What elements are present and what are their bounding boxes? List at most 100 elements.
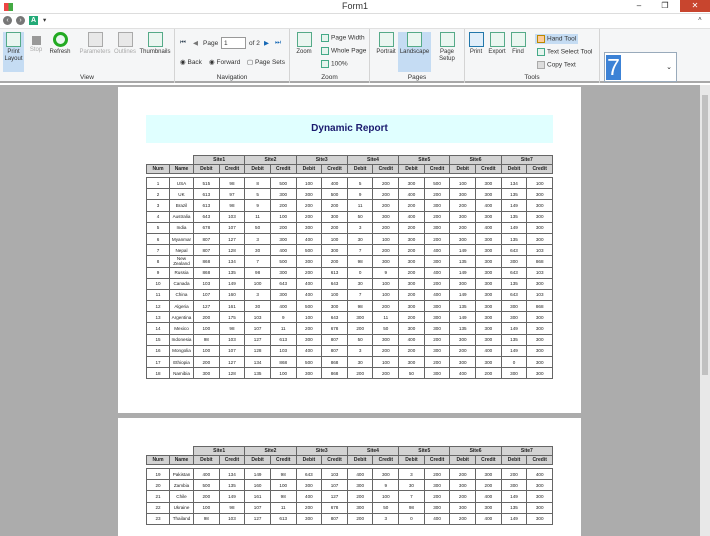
scrollbar-thumb[interactable] xyxy=(702,95,708,375)
table-cell: 19 xyxy=(146,467,170,481)
table-cell: 2 xyxy=(146,188,170,201)
table-cell: 98 xyxy=(218,322,246,335)
table-cell: 500 xyxy=(295,355,323,369)
header-spacer xyxy=(146,155,194,165)
site-header: Site2 xyxy=(244,446,297,456)
text-select-tool-button[interactable]: Text Select Tool xyxy=(537,48,592,56)
table-cell: 30 xyxy=(346,277,374,290)
debit-header: Debit xyxy=(500,164,528,174)
table-cell: 300 xyxy=(372,255,400,268)
zoom-button[interactable]: Zoom xyxy=(292,32,316,56)
table-cell: 200 xyxy=(372,221,400,234)
page-sets-button[interactable]: ▢ Page Sets xyxy=(247,58,285,66)
table-cell: 135 xyxy=(218,479,246,492)
table-cell: 98 xyxy=(346,255,374,268)
table-cell: 400 xyxy=(346,467,374,481)
table-cell: 300 xyxy=(398,232,425,246)
page-width-button[interactable]: Page Width xyxy=(321,34,365,42)
table-cell: 100 xyxy=(295,176,323,190)
view-group-label: View xyxy=(80,74,94,81)
back-icon[interactable]: ‹ xyxy=(3,16,12,25)
table-row: 14 Mexico 100 98 107 11 200 678 200 50 300 300 135 30… xyxy=(146,322,553,335)
forward-button[interactable]: ◉ Forward xyxy=(209,58,240,66)
table-cell: 4 xyxy=(146,210,170,223)
table-cell: 30 xyxy=(244,244,271,257)
thumbnails-button[interactable]: Thumbnails xyxy=(138,32,172,56)
table-cell: 149 xyxy=(500,199,528,212)
print-button[interactable]: Print xyxy=(467,32,485,56)
debit-header: Debit xyxy=(193,455,220,465)
vertical-scrollbar[interactable] xyxy=(700,85,710,536)
export-button[interactable]: Export xyxy=(487,32,507,56)
restore-button[interactable]: ❐ xyxy=(654,0,676,12)
page-number-input[interactable]: 1 xyxy=(221,37,246,49)
header-spacer xyxy=(146,446,194,456)
table-cell: 500 xyxy=(193,479,220,492)
table-cell: 515 xyxy=(193,176,220,190)
back-button[interactable]: ◉ Back xyxy=(180,58,202,66)
table-cell: Algeria xyxy=(169,300,194,313)
next-page-icon[interactable]: ▶ xyxy=(264,39,269,47)
table-cell: 300 xyxy=(423,311,451,324)
text-icon[interactable]: A xyxy=(29,16,38,25)
last-page-icon[interactable]: ⏭ xyxy=(275,39,281,47)
table-cell: 9 xyxy=(146,266,170,279)
table-cell: 20 xyxy=(146,479,170,492)
table-cell: 300 xyxy=(295,221,323,234)
parameters-button[interactable]: Parameters xyxy=(78,32,112,56)
table-cell: 300 xyxy=(398,255,425,268)
table-cell: 200 xyxy=(500,467,528,481)
table-cell: 500 xyxy=(295,244,323,257)
table-cell: 300 xyxy=(475,467,502,481)
table-cell: 3 xyxy=(146,199,170,212)
table-cell: 103 xyxy=(526,266,553,279)
landscape-button[interactable]: Landscape xyxy=(398,32,431,72)
copy-text-button[interactable]: Copy Text xyxy=(537,61,576,69)
page-count: of 2 xyxy=(249,40,260,47)
table-cell: 300 xyxy=(475,288,502,302)
table-cell: 200 xyxy=(321,221,348,234)
refresh-button[interactable]: Refresh xyxy=(47,32,73,56)
minimize-button[interactable]: – xyxy=(628,0,650,12)
table-cell: Ethiopia xyxy=(169,355,194,369)
chevron-down-icon[interactable]: ⌄ xyxy=(666,63,672,71)
text-select-icon xyxy=(537,48,545,56)
table-cell: 200 xyxy=(423,490,451,503)
table-cell: 200 xyxy=(295,210,323,223)
table-cell: 100 xyxy=(372,355,400,369)
value-combobox[interactable]: 7 ⌄ xyxy=(604,52,677,82)
stop-button[interactable]: Stop xyxy=(27,32,45,54)
outlines-button[interactable]: Outlines xyxy=(112,32,138,56)
table-cell: 103 xyxy=(218,210,246,223)
table-cell: Indonesia xyxy=(169,333,194,346)
table-cell: 200 xyxy=(398,344,425,358)
hand-tool-button[interactable]: Hand Tool xyxy=(535,34,579,44)
table-cell: 300 xyxy=(475,501,502,514)
table-cell: 400 xyxy=(295,288,323,302)
table-cell: 50 xyxy=(398,367,425,380)
site-header: Site5 xyxy=(398,155,451,165)
table-cell: 50 xyxy=(346,210,374,223)
print-layout-button[interactable]: Print Layout xyxy=(3,32,24,72)
zoom-100-button[interactable]: 100% xyxy=(321,60,348,68)
table-cell: 22 xyxy=(146,501,170,514)
first-page-icon[interactable]: ⏮ xyxy=(180,39,186,47)
portrait-button[interactable]: Portrait xyxy=(374,32,398,56)
site-header: Site6 xyxy=(449,446,502,456)
find-button[interactable]: Find xyxy=(509,32,527,56)
table-cell: 103 xyxy=(526,244,553,257)
table-row: 9 Russia 868 135 98 300 200 613 0 9 200 400 149 300 64… xyxy=(146,266,553,279)
customize-dropdown-icon[interactable]: ▾ xyxy=(43,16,46,24)
collapse-ribbon-icon[interactable]: ˄ xyxy=(698,16,702,23)
close-button[interactable]: ✕ xyxy=(680,0,710,12)
page-setup-button[interactable]: Page Setup xyxy=(436,32,458,63)
pages-group-label: Pages xyxy=(407,74,427,81)
report-preview-area[interactable]: Dynamic Report Site1 Site2 Site3 Site4 Site5… xyxy=(0,85,700,536)
site-header: Site3 xyxy=(295,446,348,456)
table-cell: 300 xyxy=(321,210,348,223)
forward-icon[interactable]: › xyxy=(16,16,25,25)
table-cell: 135 xyxy=(500,333,528,346)
previous-page-icon[interactable]: ◀ xyxy=(193,39,198,47)
whole-page-button[interactable]: Whole Page xyxy=(321,47,366,55)
table-cell: 10 xyxy=(146,277,170,290)
